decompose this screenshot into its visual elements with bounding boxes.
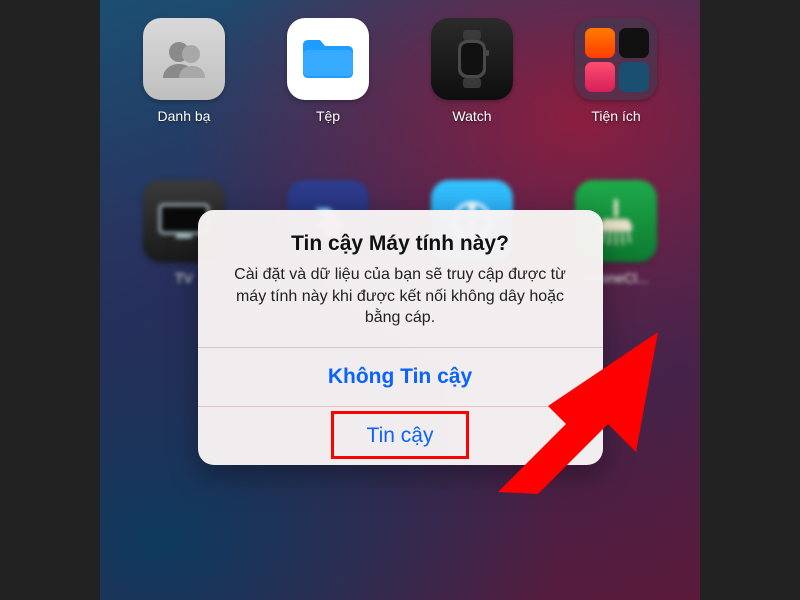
alert-message: Cài đặt và dữ liệu của bạn sẽ truy cập đ… (220, 264, 581, 329)
trust-computer-alert: Tin cậy Máy tính này? Cài đặt và dữ liệu… (198, 210, 603, 465)
phone-home-screen: Danh bạ Tệp (100, 0, 700, 600)
button-label: Tin cậy (367, 424, 434, 448)
alert-body: Tin cậy Máy tính này? Cài đặt và dữ liệu… (198, 210, 603, 347)
screenshot-frame: Danh bạ Tệp (0, 0, 800, 600)
button-label: Không Tin cậy (328, 365, 472, 389)
trust-button[interactable]: Tin cậy (198, 407, 603, 465)
dont-trust-button[interactable]: Không Tin cậy (198, 348, 603, 406)
alert-title: Tin cậy Máy tính này? (220, 232, 581, 256)
alert-backdrop: Tin cậy Máy tính này? Cài đặt và dữ liệu… (100, 0, 700, 600)
